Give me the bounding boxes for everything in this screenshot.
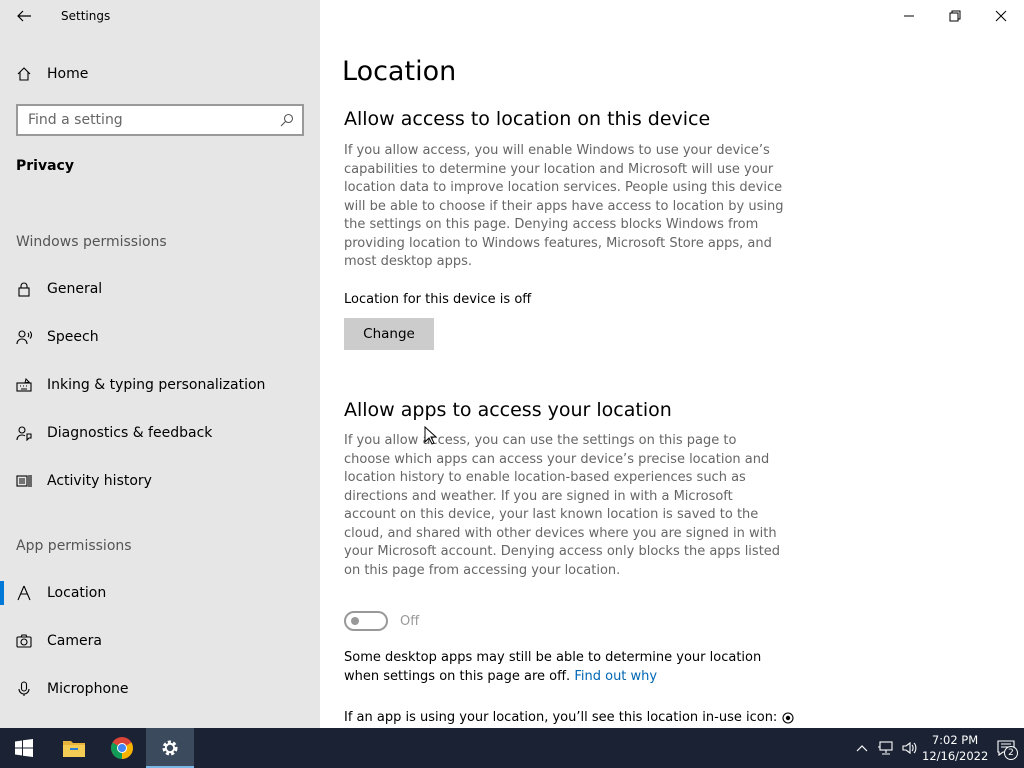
toggle-state-label: Off [400, 613, 420, 629]
system-tray: 7:02 PM 12/16/2022 2 [850, 728, 1024, 768]
restore-icon [949, 10, 961, 22]
minimize-icon [904, 15, 914, 17]
sidebar-item-activity-history[interactable]: Activity history [0, 461, 320, 501]
chrome-icon [111, 737, 133, 759]
file-explorer-icon [63, 741, 85, 757]
sidebar-item-label: Diagnostics & feedback [47, 425, 213, 441]
taskbar: 7:02 PM 12/16/2022 2 [0, 728, 1024, 768]
clock-date: 12/16/2022 [922, 749, 989, 763]
sidebar-item-label: Speech [47, 329, 99, 345]
start-button[interactable] [0, 728, 48, 768]
app-location-toggle-row: Off [344, 610, 419, 632]
section-heading-app-access: Allow apps to access your location [344, 399, 672, 421]
desktop-apps-note: Some desktop apps may still be able to d… [344, 648, 794, 686]
close-button[interactable] [978, 0, 1024, 32]
app-title: Settings [61, 9, 111, 23]
group-title-app-permissions: App permissions [16, 538, 132, 554]
app-location-toggle[interactable] [344, 611, 388, 631]
sidebar-item-diagnostics[interactable]: Diagnostics & feedback [0, 413, 320, 453]
minimize-button[interactable] [886, 0, 932, 32]
network-icon [878, 741, 893, 755]
section-title: Privacy [16, 158, 74, 174]
sidebar-item-label: General [47, 281, 103, 297]
taskbar-file-explorer[interactable] [50, 728, 98, 768]
sidebar-item-label: Microphone [47, 681, 129, 697]
sidebar-item-label: Inking & typing personalization [47, 377, 266, 393]
show-hidden-icons-button[interactable] [850, 728, 874, 768]
search-input[interactable]: Find a setting [28, 112, 280, 128]
sidebar-item-label: Camera [47, 633, 102, 649]
location-icon [17, 585, 31, 601]
page-title: Location [342, 56, 457, 87]
sidebar-item-label: Home [47, 66, 89, 82]
sidebar-item-microphone[interactable]: Microphone [0, 669, 320, 709]
restore-button[interactable] [932, 0, 978, 32]
inking-icon [16, 378, 32, 392]
sidebar-item-location[interactable]: Location [0, 573, 320, 613]
change-button[interactable]: Change [344, 318, 434, 350]
sidebar-item-home[interactable]: Home [0, 56, 320, 92]
taskbar-clock[interactable]: 7:02 PM 12/16/2022 [922, 732, 988, 764]
notification-count-badge: 2 [1004, 746, 1018, 760]
sidebar-item-label: Activity history [47, 473, 152, 489]
sidebar: Settings Home Find a setting Privacy Win… [0, 0, 320, 728]
activity-history-icon [16, 475, 32, 487]
lock-icon [18, 282, 30, 297]
location-in-use-icon [782, 711, 794, 724]
windows-logo-icon [15, 739, 33, 757]
chevron-up-icon [856, 745, 868, 752]
device-access-description: If you allow access, you will enable Win… [344, 143, 784, 269]
microphone-icon [18, 681, 30, 696]
close-icon [995, 10, 1007, 22]
speech-icon [16, 330, 32, 345]
find-out-why-link[interactable]: Find out why [574, 669, 657, 684]
section-heading-device-access: Allow access to location on this device [344, 108, 711, 130]
title-bar: Settings [0, 0, 320, 32]
volume-icon [902, 741, 917, 755]
sidebar-item-inking-typing[interactable]: Inking & typing personalization [0, 365, 320, 405]
taskbar-chrome[interactable] [98, 728, 146, 768]
group-title-windows-permissions: Windows permissions [16, 234, 167, 250]
gear-icon [162, 740, 178, 756]
toggle-knob [351, 617, 359, 625]
search-icon[interactable] [280, 113, 294, 127]
home-icon [17, 67, 31, 81]
device-location-status: Location for this device is off [344, 292, 532, 307]
sidebar-item-label: Location [47, 585, 107, 601]
search-box[interactable]: Find a setting [16, 104, 304, 136]
mouse-cursor-icon [424, 426, 438, 445]
sidebar-item-speech[interactable]: Speech [0, 317, 320, 357]
app-access-description: If you allow access, you can use the set… [344, 433, 781, 578]
back-arrow-icon [17, 10, 31, 22]
action-center-button[interactable]: 2 [988, 728, 1024, 768]
sidebar-item-camera[interactable]: Camera [0, 621, 320, 661]
volume-button[interactable] [898, 728, 922, 768]
back-button[interactable] [0, 0, 48, 32]
diagnostics-icon [16, 426, 32, 441]
network-button[interactable] [874, 728, 898, 768]
note-text: Some desktop apps may still be able to d… [344, 650, 762, 684]
inuse-text: If an app is using your location, you’ll… [344, 710, 778, 725]
clock-time: 7:02 PM [931, 733, 979, 747]
camera-icon [16, 634, 32, 648]
inuse-icon-info: If an app is using your location, you’ll… [344, 710, 794, 725]
taskbar-settings[interactable] [146, 728, 194, 768]
sidebar-item-general[interactable]: General [0, 269, 320, 309]
